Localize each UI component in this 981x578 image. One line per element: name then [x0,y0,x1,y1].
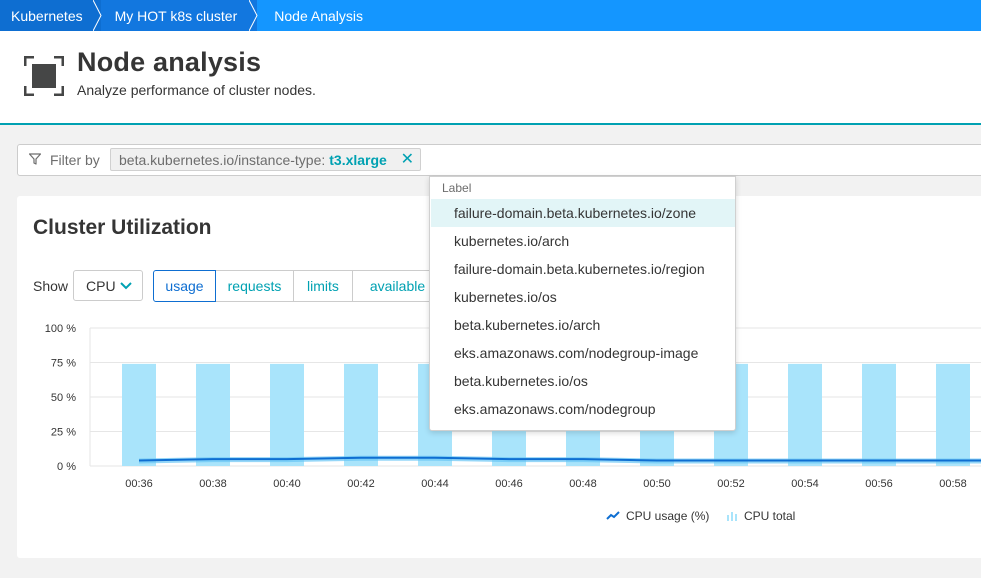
dropdown-item[interactable]: kubernetes.io/os [431,283,735,311]
legend-item-cpu-usage[interactable]: CPU usage (%) [606,509,709,523]
x-tick-label: 00:54 [791,478,819,490]
dropdown-item[interactable]: eks.amazonaws.com/nodegroup [431,395,735,423]
x-tick-label: 00:48 [569,478,597,490]
bar [196,363,230,466]
x-tick-label: 00:46 [495,478,523,490]
dropdown-header: Label [442,181,472,195]
bar-chart-icon [727,512,737,521]
bar [122,363,156,466]
x-tick-label: 00:44 [421,478,449,490]
legend-label: CPU total [744,509,796,523]
y-tick-label: 0 % [57,461,76,473]
chevron-right-icon [92,0,102,31]
x-tick-label: 00:52 [717,478,745,490]
dropdown-item[interactable]: beta.kubernetes.io/arch [431,311,735,339]
y-tick-label: 75 % [51,358,76,370]
x-tick-label: 00:56 [865,478,893,490]
x-tick-label: 00:58 [939,478,967,490]
dropdown-item[interactable]: failure-domain.beta.kubernetes.io/region [431,255,735,283]
bar [862,363,896,466]
y-tick-label: 50 % [51,392,76,404]
chevron-right-icon [249,0,258,31]
dropdown-item[interactable]: eks.amazonaws.com/nodegroup-image [431,339,735,367]
bar [270,363,304,466]
bar [344,363,378,466]
bar [788,363,822,466]
x-tick-label: 00:50 [643,478,671,490]
x-tick-label: 00:36 [125,478,153,490]
line-chart-icon [606,511,620,520]
x-tick-label: 00:40 [273,478,301,490]
y-tick-label: 100 % [45,323,76,335]
x-tick-label: 00:42 [347,478,375,490]
legend-item-cpu-total[interactable]: CPU total [726,509,795,523]
legend-label: CPU usage (%) [626,509,710,523]
label-dropdown: Label failure-domain.beta.kubernetes.io/… [429,176,736,431]
y-tick-label: 25 % [51,427,76,439]
dropdown-item[interactable]: failure-domain.beta.kubernetes.io/zone [431,199,735,227]
dropdown-item[interactable]: beta.kubernetes.io/os [431,367,735,395]
x-tick-label: 00:38 [199,478,227,490]
dropdown-item[interactable]: kubernetes.io/arch [431,227,735,255]
bar [936,363,970,466]
